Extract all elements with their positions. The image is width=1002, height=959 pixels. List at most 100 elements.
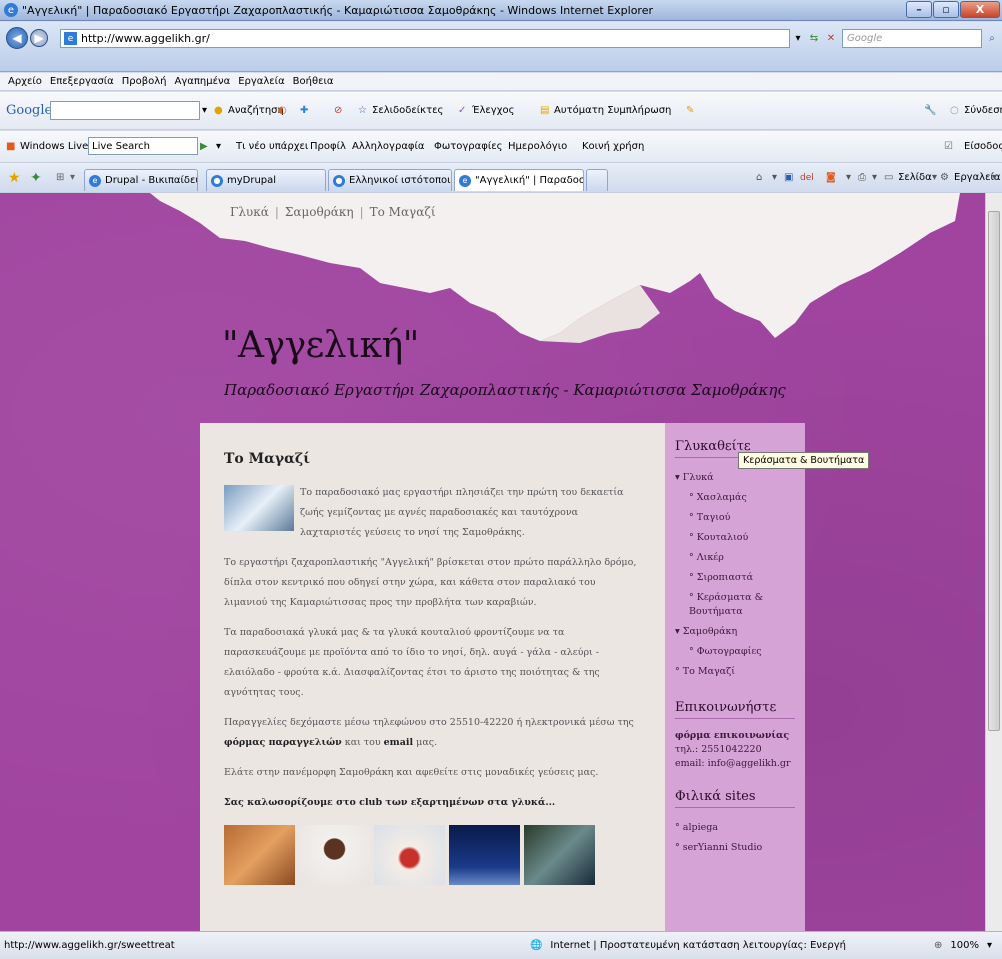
gallery-photo[interactable]: [299, 825, 370, 885]
tab-drupal-wiki[interactable]: e Drupal - Βικιπαίδεια: [84, 169, 198, 191]
address-dropdown-icon[interactable]: ▾: [792, 30, 804, 47]
article-heading: Το Μαγαζί: [224, 451, 310, 467]
rss-icon[interactable]: ◙: [826, 172, 836, 183]
friend-link[interactable]: ° serYianni Studio: [675, 838, 795, 858]
status-bar: http://www.aggelikh.gr/sweettreat 🌐 Inte…: [0, 931, 1002, 959]
sidebar-item-samothraki[interactable]: ▾ Σαμοθράκη: [675, 622, 795, 642]
stop-icon[interactable]: ✕: [824, 30, 838, 47]
search-input[interactable]: Google: [842, 29, 982, 48]
google-toolbar-icon[interactable]: ◐: [278, 105, 287, 116]
sidebar-item-sweets[interactable]: ▾ Γλυκά: [675, 468, 795, 488]
back-button[interactable]: ◀: [6, 27, 28, 49]
live-link-photos[interactable]: Φωτογραφίες: [434, 141, 503, 152]
zoom-icon: ⊕: [933, 940, 943, 951]
home-icon[interactable]: ⌂: [756, 172, 762, 183]
live-search-dropdown-icon[interactable]: ▾: [216, 141, 221, 152]
tab-greek-sites[interactable]: ●Ελληνικοί ιστότοποι ( web...: [328, 169, 452, 191]
live-link-whatsnew[interactable]: Τι νέο υπάρχει: [236, 141, 308, 152]
menu-file[interactable]: Αρχείο: [8, 76, 42, 87]
popup-blocker-icon[interactable]: ⊘: [334, 105, 342, 116]
live-search-go-icon[interactable]: ▶: [200, 141, 208, 152]
live-link-mail[interactable]: Αλληλογραφία: [352, 141, 424, 152]
internet-globe-icon: 🌐: [529, 940, 543, 951]
forward-button[interactable]: ▶: [30, 29, 48, 47]
live-link-sharing[interactable]: Κοινή χρήση: [582, 141, 644, 152]
search-icon[interactable]: ⌕: [985, 30, 999, 47]
sidebar-item-shop[interactable]: ° Το Μαγαζί: [675, 662, 795, 682]
google-search-input[interactable]: [50, 101, 200, 120]
status-zone[interactable]: Internet | Προστατευμένη κατάσταση λειτο…: [550, 940, 846, 951]
new-tab-button[interactable]: [586, 169, 608, 191]
menu-favorites[interactable]: Αγαπημένα: [175, 76, 231, 87]
menu-edit[interactable]: Επεξεργασία: [50, 76, 114, 87]
sidebar-subitem[interactable]: ° Σιροπιαστά: [675, 568, 795, 588]
sidebar-subitem[interactable]: ° Ταγιού: [675, 508, 795, 528]
highlight-icon[interactable]: ✎: [686, 105, 694, 116]
article-paragraph: Ελάτε στην πανέμορφη Σαμοθράκη και αφεθε…: [224, 767, 599, 778]
address-input[interactable]: e http://www.aggelikh.gr/: [60, 29, 790, 48]
rss-dropdown-icon[interactable]: ▾: [846, 172, 851, 183]
tab-drupal-icon: ●: [333, 174, 345, 187]
contact-form-link[interactable]: φόρμα επικοινωνίας: [675, 729, 795, 743]
print-dropdown-icon[interactable]: ▾: [872, 172, 877, 183]
signin-button[interactable]: Σύνδεση: [964, 105, 1002, 116]
scrollbar-thumb[interactable]: [988, 211, 1000, 731]
topnav-sweets[interactable]: Γλυκά: [230, 205, 269, 219]
refresh-icon[interactable]: ⇆: [806, 30, 822, 47]
window-title-bar: e "Αγγελική" | Παραδοσιακό Εργαστήρι Ζαχ…: [0, 0, 1002, 21]
minimize-button[interactable]: –: [906, 1, 932, 18]
print-icon[interactable]: ⎙: [858, 172, 866, 183]
sidebar-subitem-treats[interactable]: ° Κεράσματα & Βουτήματα: [675, 591, 795, 619]
live-login-button[interactable]: Είσοδος: [964, 141, 1002, 152]
topnav-shop[interactable]: Το Μαγαζί: [370, 205, 436, 219]
quick-tabs-icon[interactable]: ⊞: [56, 172, 64, 183]
page-menu-button[interactable]: Σελίδα: [898, 172, 932, 183]
sidebar-subitem[interactable]: ° Λικέρ: [675, 548, 795, 568]
live-link-calendar[interactable]: Ημερολόγιο: [508, 141, 567, 152]
spellcheck-button[interactable]: Έλεγχος: [472, 105, 514, 116]
feeds-icon[interactable]: ▣: [784, 172, 793, 183]
gallery-photo[interactable]: [524, 825, 595, 885]
club-text: club: [359, 797, 383, 808]
email-link[interactable]: email: [384, 737, 413, 748]
gallery-photo[interactable]: [449, 825, 520, 885]
zoom-level[interactable]: 100%: [950, 940, 979, 951]
favorites-star-icon[interactable]: ★: [8, 170, 21, 186]
tab-mydrupal[interactable]: ● myDrupal: [206, 169, 326, 191]
live-link-profile[interactable]: Προφίλ: [310, 141, 346, 152]
add-icon[interactable]: ✚: [300, 105, 308, 116]
sidebar-subitem[interactable]: ° Κουταλιού: [675, 528, 795, 548]
home-dropdown-icon[interactable]: ▾: [772, 172, 777, 183]
contact-email[interactable]: email: info@aggelikh.gr: [675, 757, 795, 771]
sidebar-heading-contact: Επικοινωνήστε: [675, 700, 795, 719]
menu-view[interactable]: Προβολή: [122, 76, 167, 87]
sidebar-subitem[interactable]: ° Χασλαμάς: [675, 488, 795, 508]
friend-link[interactable]: ° alpiega: [675, 818, 795, 838]
menu-tools[interactable]: Εργαλεία: [238, 76, 284, 87]
tools-menu-dropdown-icon[interactable]: ▾: [992, 172, 997, 183]
tab-aggeliki[interactable]: e"Αγγελική" | Παραδοσι...✕: [454, 169, 584, 191]
bookmarks-button[interactable]: Σελιδοδείκτες: [372, 105, 443, 116]
topnav-samothraki[interactable]: Σαμοθράκη: [285, 205, 354, 219]
tab-list-icon[interactable]: ▾: [70, 172, 75, 183]
page-menu-dropdown-icon[interactable]: ▾: [932, 172, 937, 183]
menu-help[interactable]: Βοήθεια: [293, 76, 334, 87]
live-search-input[interactable]: Live Search: [88, 137, 198, 155]
gallery-photo[interactable]: [374, 825, 445, 885]
vertical-scrollbar[interactable]: [985, 193, 1002, 931]
delicious-icon[interactable]: del: [800, 173, 814, 183]
edit-icon[interactable]: ☑: [944, 141, 953, 152]
settings-wrench-icon[interactable]: 🔧: [924, 105, 936, 116]
add-favorites-icon[interactable]: ✦: [30, 170, 42, 186]
sidebar-subitem[interactable]: ° Φωτογραφίες: [675, 642, 795, 662]
zoom-dropdown-icon[interactable]: ▾: [987, 940, 992, 951]
site-title[interactable]: "Αγγελική": [222, 325, 419, 366]
autofill-button[interactable]: Αυτόματη Συμπλήρωση: [554, 105, 671, 116]
order-form-link[interactable]: φόρμας παραγγελιών: [224, 737, 342, 748]
google-search-dropdown-icon[interactable]: ▾: [202, 105, 207, 116]
gallery-photo[interactable]: [224, 825, 295, 885]
sidebar-nav-tree: ▾ Γλυκά ° Χασλαμάς ° Ταγιού ° Κουταλιού …: [675, 468, 795, 682]
google-search-button[interactable]: Αναζήτηση: [228, 105, 284, 116]
close-window-button[interactable]: X: [960, 1, 1000, 18]
maximize-button[interactable]: ▫: [933, 1, 959, 18]
